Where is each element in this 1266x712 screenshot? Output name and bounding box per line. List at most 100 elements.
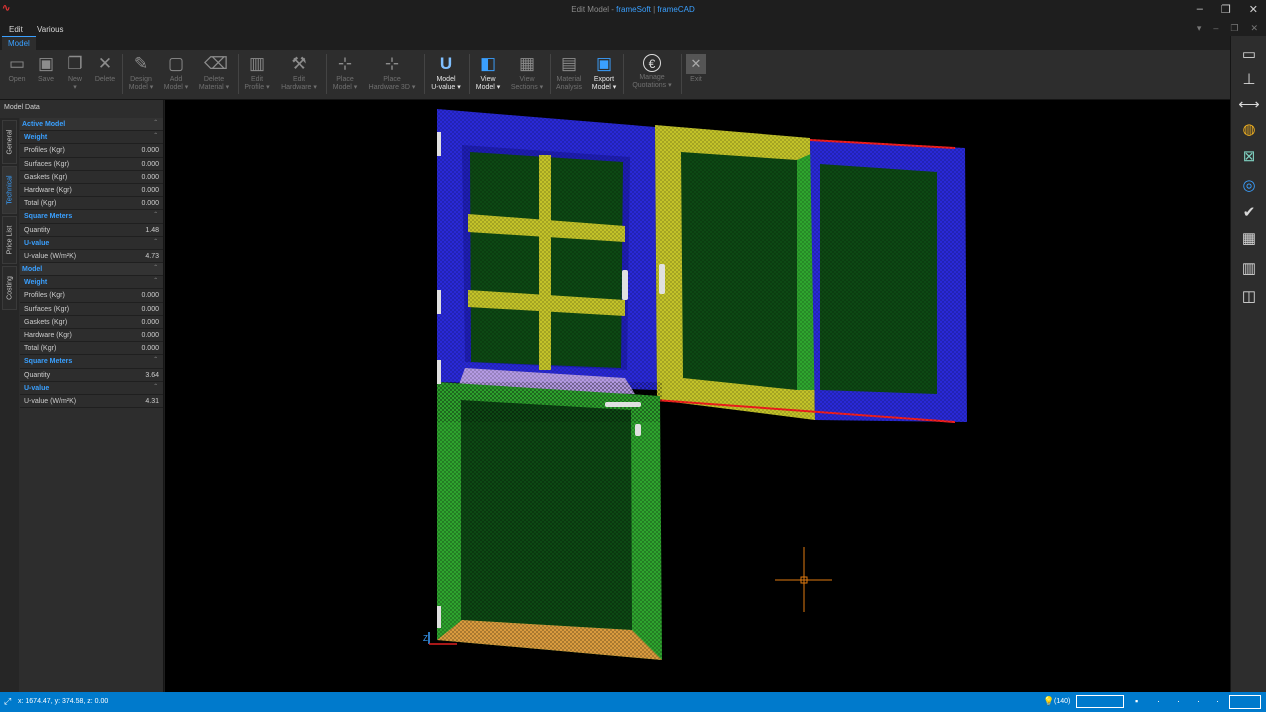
export-icon: ▣ [595, 54, 613, 73]
tab-model[interactable]: Model [2, 36, 36, 50]
place-hardware-icon: ⊹ [384, 54, 400, 73]
view-sections-button[interactable]: ▦ View Sections ▾ [504, 52, 550, 98]
model-u-value-button[interactable]: U Model U-value ▾ [423, 52, 469, 98]
property-section-header[interactable]: Weight ˆ [20, 276, 163, 290]
menu-edit[interactable]: Edit [9, 25, 23, 34]
axis-icon[interactable]: ⊥ [1238, 69, 1260, 91]
zoom-fit-icon[interactable]: ⊠ [1238, 146, 1260, 168]
property-value: 0.000 [141, 147, 159, 155]
delete-material-button[interactable]: ⌫ Delete Material ▾ [191, 52, 237, 98]
property-row: Gaskets (Kgr) 0.000 [20, 171, 163, 184]
close-button[interactable]: ✕ [1249, 3, 1258, 16]
section-icon[interactable]: ▥ [1238, 258, 1260, 280]
panel-icon[interactable]: ▭ [1238, 44, 1260, 66]
doc-minimize-button[interactable]: – [1213, 23, 1218, 34]
tab-costing[interactable]: Costing [2, 266, 17, 310]
property-label: Profiles (Kgr) [24, 292, 65, 300]
ribbon-options-icon[interactable]: ▾ [1197, 23, 1202, 34]
edit-hardware-button[interactable]: ⚒ Edit Hardware ▾ [276, 52, 322, 98]
collapse-caret-icon[interactable]: ˆ [154, 211, 157, 220]
property-section-header[interactable]: U-value ˆ [20, 237, 163, 250]
ortho-icon[interactable]: · [1157, 696, 1160, 706]
3d-viewport[interactable]: Z [165, 100, 1230, 692]
menu-various[interactable]: Various [37, 25, 64, 34]
manage-quotations-button[interactable]: € Manage Quotations ▾ [624, 52, 680, 98]
profile-icon: ▥ [248, 54, 266, 73]
doc-close-button[interactable]: ✕ [1250, 23, 1258, 34]
collapse-caret-icon[interactable]: ˆ [154, 264, 157, 273]
property-label: Total (Kgr) [24, 200, 57, 208]
collapse-caret-icon[interactable]: ˆ [154, 277, 157, 286]
hinge-2 [437, 290, 441, 314]
property-label: U-value [24, 239, 50, 247]
grid-snap-icon[interactable]: · [1177, 696, 1180, 706]
minimize-button[interactable]: – [1197, 3, 1203, 16]
property-row: Quantity 3.64 [20, 369, 163, 382]
property-section-header[interactable]: U-value ˆ [20, 382, 163, 395]
property-value: 3.64 [145, 371, 159, 379]
property-label: Model [22, 266, 43, 274]
property-label: Quantity [24, 226, 51, 234]
orbit-icon[interactable]: ◎ [1238, 175, 1260, 197]
property-row: Hardware (Kgr) 0.000 [20, 184, 163, 198]
globe-icon[interactable]: ◍ [1238, 119, 1260, 141]
model-render[interactable]: Z [165, 100, 1230, 692]
property-label: Weight [24, 134, 48, 142]
cursor-crosshair [775, 547, 832, 612]
property-value: 4.31 [145, 397, 159, 405]
property-label: U-value [24, 384, 50, 392]
collapse-caret-icon[interactable]: ˆ [154, 383, 157, 392]
zoom-slider[interactable] [1076, 695, 1124, 708]
coordinate-readout: x: 1674.47, y: 374.58, z: 0.00 [18, 698, 109, 705]
split-icon[interactable]: ◫ [1238, 286, 1260, 308]
tab-general[interactable]: General [2, 120, 17, 164]
property-label: Gaskets (Kgr) [24, 173, 68, 181]
property-section-header[interactable]: Square Meters ˆ [20, 355, 163, 369]
place-model-button[interactable]: ⊹ Place Model ▾ [322, 52, 368, 98]
collapse-caret-icon[interactable]: ˆ [154, 132, 157, 141]
door-lock [635, 424, 641, 436]
edit-profile-button[interactable]: ▥ Edit Profile ▾ [234, 52, 280, 98]
add-model-icon: ▢ [167, 54, 185, 73]
property-row: U-value (W/m²K) 4.73 [20, 250, 163, 264]
check-icon[interactable]: ✔ [1238, 202, 1260, 224]
place-hardware-3d-button[interactable]: ⊹ Place Hardware 3D ▾ [363, 52, 421, 98]
property-label: U-value (W/m²K) [24, 397, 77, 405]
snap-icon[interactable]: ▪ [1135, 696, 1138, 706]
grid-icon[interactable]: ▦ [1238, 228, 1260, 250]
dimension-icon[interactable]: ⟷ [1238, 94, 1260, 116]
view-box[interactable] [1229, 695, 1261, 709]
property-row: Profiles (Kgr) 0.000 [20, 289, 163, 303]
property-row: Surfaces (Kgr) 0.000 [20, 158, 163, 171]
property-label: Square Meters [24, 358, 73, 366]
property-label: Hardware (Kgr) [24, 332, 72, 339]
layer-icon[interactable]: · [1216, 696, 1219, 706]
collapse-caret-icon[interactable]: ˆ [154, 356, 157, 365]
collapse-caret-icon[interactable]: ˆ [154, 238, 157, 247]
property-row: Hardware (Kgr) 0.000 [20, 329, 163, 343]
svg-text:Z: Z [423, 634, 428, 643]
tab-technical[interactable]: Technical [2, 166, 17, 214]
cube-icon: ◧ [479, 54, 497, 73]
property-value: 0.000 [141, 345, 159, 353]
tab-price-list[interactable]: Price List [2, 216, 17, 264]
exit-button[interactable]: ✕ Exit [673, 52, 719, 98]
property-section-header[interactable]: Active Model ˆ [20, 118, 163, 132]
middle-window-handle [659, 264, 665, 294]
property-value: 0.000 [141, 173, 159, 181]
restore-button[interactable]: ❐ [1221, 3, 1231, 16]
window-title: Edit Model - frameSoft | frameCAD [571, 5, 695, 14]
doc-restore-button[interactable]: ❐ [1230, 23, 1238, 34]
light-bulb-icon[interactable]: 💡 [1043, 696, 1054, 707]
export-model-button[interactable]: ▣ Export Model ▾ [581, 52, 627, 98]
property-section-header[interactable]: Weight ˆ [20, 131, 163, 145]
document-icon: ▤ [560, 54, 578, 73]
euro-icon: € [643, 54, 661, 72]
property-section-header[interactable]: Model ˆ [20, 263, 163, 277]
place-model-icon: ⊹ [337, 54, 353, 73]
osnap-icon[interactable]: · [1197, 696, 1200, 706]
ribbon-toolbar: ▭ Open ▣ Save ❐ New ▾ ✕ Delete ✎ Design Model ▾… [0, 50, 1230, 100]
property-section-header[interactable]: Square Meters ˆ [20, 210, 163, 224]
property-label: U-value (W/m²K) [24, 252, 77, 260]
collapse-caret-icon[interactable]: ˆ [154, 119, 157, 128]
